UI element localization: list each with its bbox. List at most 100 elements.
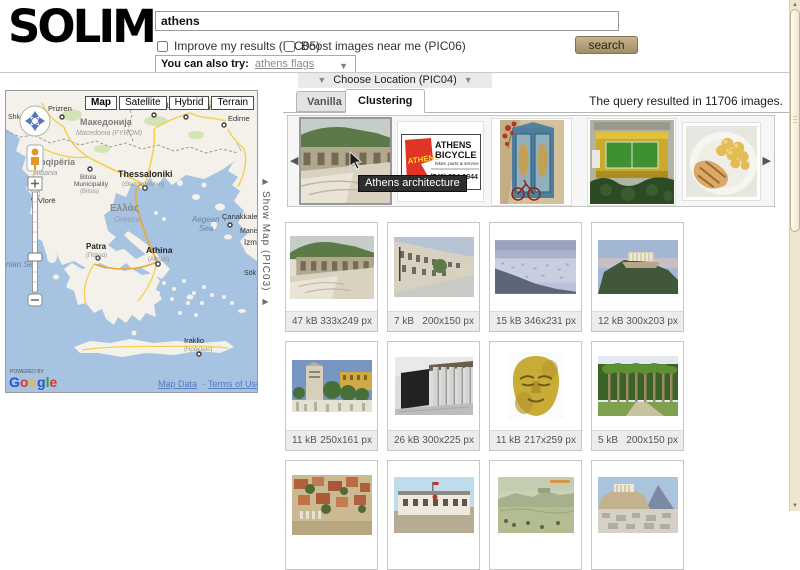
search-button[interactable]: search [575,36,638,54]
map-label: Ελλάς [110,203,139,214]
result-card[interactable]: 11 kB250x161 px [285,341,378,451]
file-size: 11 kB [292,431,317,450]
ad-line1: ATHENS [435,140,471,150]
map-label: (Θεσσαλονίκη) [122,180,164,188]
map-type-map-button[interactable]: Map [85,96,117,110]
map-type-buttons: Map Satellite Hybrid Terrain [85,96,254,110]
boost-near-me-checkbox-label[interactable]: Boost images near me (PIC06) [284,39,466,53]
map-label: (Ηράκλειο) [184,346,213,353]
map-type-satellite-button[interactable]: Satellite [119,96,167,110]
result-meta: 15 kB346x231 px [490,311,581,331]
choose-location-label: Choose Location (PIC04) [333,74,457,86]
map-panel[interactable]: Shk Prizren Македонија Macedonia (FYROM)… [5,90,258,393]
scrollbar-thumb[interactable] [790,9,800,232]
also-try-label: You can also try: [161,58,249,70]
image-dimensions: 250x161 px [320,431,372,450]
result-card[interactable]: 11 kB217x259 px [489,341,582,451]
chevron-down-icon: ▼ [464,75,473,85]
image-dimensions: 346x231 px [524,312,576,331]
result-card[interactable] [387,460,480,570]
choose-location-bar[interactable]: ▼ Choose Location (PIC04) ▼ [298,73,492,88]
carousel-right-arrow-icon[interactable]: ▶ [763,154,771,167]
result-meta: 12 kB300x203 px [592,311,683,331]
result-card[interactable]: 7 kB200x150 px [387,222,480,332]
result-card[interactable] [591,460,684,570]
map-label: Manis [240,228,257,235]
result-meta: 11 kB250x161 px [286,430,377,450]
query-result-summary: The query resulted in 11706 images. [589,94,783,108]
image-dimensions: 200x150 px [422,312,474,331]
thumbnail-tower-ruins [292,360,372,412]
map-label: Izmi [244,238,257,247]
map-label: (Bitola) [80,189,99,195]
result-meta: 5 kB 200x150 px [592,430,683,450]
thumbnail-neoclassical-street [394,237,474,297]
carousel-thumb-stadium[interactable] [587,118,676,206]
map-label: Vlorë [38,196,56,205]
thumbnail-city-aerial [495,240,576,294]
map-label: Edirne [228,114,250,123]
greece-map[interactable]: Shk Prizren Македонија Macedonia (FYROM)… [6,91,257,392]
thumbnail-acropolis-hill [598,240,678,294]
show-map-label: Show Map (PIC03) [260,191,271,291]
ad-line3: bikes, parts & service [435,161,479,166]
scroll-down-icon[interactable]: ▼ [790,501,800,511]
carousel-thumb-food[interactable] [682,122,761,201]
terms-of-use-link[interactable]: Terms of Use [208,379,257,389]
file-size: 5 kB [598,431,618,450]
map-label: Thessaloniki [118,169,173,179]
thumbnail-station-building [394,477,474,533]
image-dimensions: 200x150 px [626,431,678,450]
result-meta: 11 kB217x259 px [490,430,581,450]
attribution-separator: - [202,379,205,389]
ad-line2: BICYCLE [435,150,477,161]
map-label: Prizren [48,104,72,113]
result-meta: 7 kB200x150 px [388,311,479,331]
map-label: Athina [146,245,173,255]
image-dimensions: 300x203 px [626,312,678,331]
map-label: Patra [86,242,107,251]
street-view-pegman[interactable] [27,145,43,171]
improve-results-checkbox[interactable] [157,41,168,52]
also-try-bar: You can also try: athens flags ▼ [155,55,356,73]
result-card[interactable]: 12 kB300x203 px [591,222,684,332]
thumbnail-palm-trees [598,356,678,416]
result-card[interactable]: 5 kB 200x150 px [591,341,684,451]
result-card[interactable]: 47 kB333x249 px [285,222,378,332]
thumbnail-tooltip: Athens architecture [358,175,467,192]
map-type-terrain-button[interactable]: Terrain [211,96,254,110]
thumbnail-painted-door [500,120,564,204]
map-label: (Πάτρα) [86,252,107,259]
thumbnail-stoa-colonnade [395,357,473,415]
map-label: Greece [114,215,141,224]
thumbnail-stadium [590,120,674,204]
carousel-left-arrow-icon[interactable]: ◀ [290,154,298,167]
chevron-down-icon: ▼ [317,75,326,85]
file-size: 15 kB [496,312,522,331]
collapse-right-icon: ▶ [262,177,268,186]
result-card[interactable]: 26 kB300x225 px [387,341,480,451]
scrollbar-grip [793,116,797,123]
page-scrollbar[interactable]: ▲ ▼ [789,0,800,511]
mouse-cursor [349,151,363,171]
map-label: (Αθήνα) [148,256,169,263]
map-data-link[interactable]: Map Data [158,379,197,389]
result-card[interactable] [285,460,378,570]
map-label: Bitola [80,174,97,181]
result-card[interactable]: 15 kB346x231 px [489,222,582,332]
thumbnail-food [686,126,757,197]
thumbnail-acropolis-lycabettus [598,477,678,533]
search-input[interactable] [155,11,619,31]
show-map-toggle[interactable]: ▶ Show Map (PIC03) ▶ [258,90,273,393]
map-label: Municipality [74,181,109,188]
also-try-link[interactable]: athens flags [255,58,314,70]
result-card[interactable] [489,460,582,570]
tab-clustering[interactable]: Clustering [345,89,425,113]
map-pan-control[interactable] [20,106,50,136]
image-dimensions: 300x225 px [422,431,474,450]
image-dimensions: 217x259 px [524,431,576,450]
thumbnail-old-painting [498,477,574,533]
boost-near-me-checkbox[interactable] [284,41,295,52]
map-type-hybrid-button[interactable]: Hybrid [169,96,210,110]
carousel-thumb-painted-door[interactable] [491,118,572,206]
